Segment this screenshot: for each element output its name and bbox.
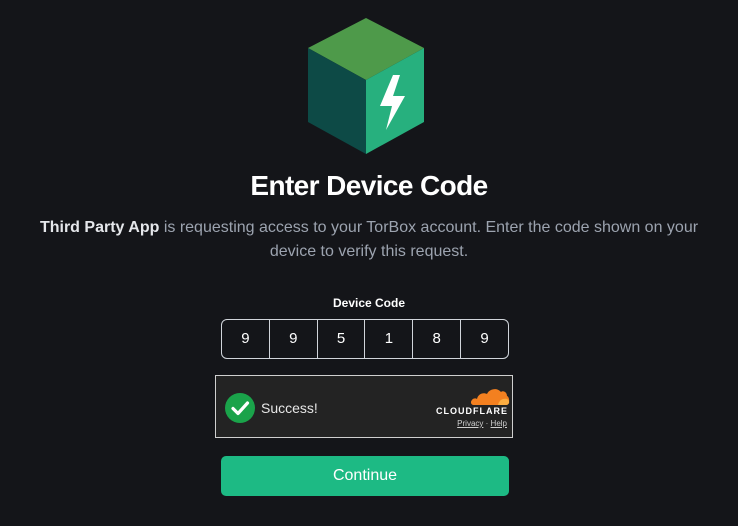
check-circle-icon	[225, 393, 255, 423]
code-digit-5[interactable]: 8	[413, 320, 462, 358]
captcha-links: Privacy · Help	[416, 418, 507, 429]
privacy-link[interactable]: Privacy	[457, 419, 483, 428]
torbox-logo-icon	[308, 18, 424, 154]
code-digit-1[interactable]: 9	[222, 320, 270, 358]
device-code-input-group: 9 9 5 1 8 9	[221, 319, 509, 359]
cloudflare-cloud-icon	[470, 389, 510, 405]
help-link[interactable]: Help	[491, 419, 507, 428]
description-text: is requesting access to your TorBox acco…	[159, 219, 699, 260]
page-title: Enter Device Code	[250, 170, 488, 201]
continue-button[interactable]: Continue	[221, 456, 509, 496]
code-digit-4[interactable]: 1	[365, 320, 414, 358]
code-digit-2[interactable]: 9	[270, 320, 318, 358]
device-code-page: Enter Device Code Third Party App is req…	[0, 0, 738, 526]
code-digit-6[interactable]: 9	[461, 320, 508, 358]
app-name: Third Party App	[39, 219, 160, 236]
request-description: Third Party App is requesting access to …	[24, 216, 714, 264]
cloudflare-captcha-widget: Success! CLOUDFLARE Privacy · Help	[215, 375, 513, 438]
device-code-label: Device Code	[332, 296, 406, 310]
captcha-status: Success!	[261, 400, 318, 416]
code-digit-3[interactable]: 5	[318, 320, 366, 358]
link-separator: ·	[485, 419, 489, 428]
cloudflare-wordmark: CLOUDFLARE	[436, 406, 508, 416]
